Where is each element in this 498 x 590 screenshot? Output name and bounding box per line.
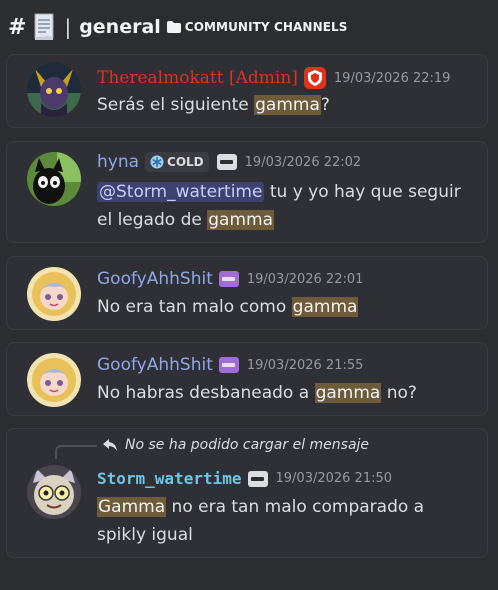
message-content: Gamma no era tan malo comparado a: [97, 493, 424, 521]
header-separator: |: [64, 15, 72, 39]
channel-name[interactable]: general: [79, 16, 161, 38]
server-tag[interactable]: COLD: [145, 152, 209, 172]
server-tag-icon: [247, 470, 268, 487]
avatar[interactable]: [27, 465, 81, 519]
message-text: tu y yo hay que seguir: [264, 182, 461, 202]
highlighted-keyword: Gamma: [97, 497, 167, 517]
avatar[interactable]: [27, 63, 81, 117]
username[interactable]: hyna: [97, 152, 139, 172]
message-text: Serás el siguiente: [97, 95, 255, 115]
timestamp: 19/03/2026 22:19: [333, 70, 451, 86]
message-content: No era tan malo como gamma: [97, 293, 359, 321]
highlighted-keyword: gamma: [291, 297, 359, 317]
message-text: no era tan malo comparado a: [166, 497, 425, 517]
message-card[interactable]: Therealmokatt [Admin] 19/03/2026 22:19 S…: [6, 54, 488, 128]
highlighted-keyword: gamma: [254, 95, 321, 115]
message-content: spikly igual: [97, 521, 193, 549]
message-text: No era tan malo como: [97, 297, 292, 317]
reply-error-text: No se ha podido cargar el mensaje: [125, 437, 370, 453]
message-content: el legado de gamma: [97, 206, 274, 234]
message-text: el legado de: [97, 210, 208, 230]
message-content: @Storm_watertime tu y yo hay que seguir: [97, 178, 461, 206]
server-tag-label: COLD: [167, 155, 204, 169]
message-text: spikly igual: [97, 525, 193, 545]
username[interactable]: Therealmokatt [Admin]: [97, 68, 298, 88]
message-card[interactable]: GoofyAhhShit 19/03/2026 22:01 No era tan…: [6, 256, 488, 330]
avatar[interactable]: [27, 152, 81, 206]
reply-arrow-icon: [103, 439, 117, 451]
timestamp: 19/03/2026 22:01: [246, 271, 364, 287]
message-card[interactable]: No se ha podido cargar el mensaje Storm_…: [6, 428, 488, 558]
message-text: No habras desbaneado a: [97, 383, 315, 403]
username[interactable]: GoofyAhhShit: [97, 355, 213, 375]
reply-connector: [55, 445, 97, 459]
hash-icon: #: [8, 14, 27, 40]
user-mention[interactable]: @Storm_watertime: [97, 182, 265, 202]
message-text: ?: [320, 95, 330, 115]
username[interactable]: GoofyAhhShit: [97, 269, 213, 289]
message-content: No habras desbaneado a gamma no?: [97, 379, 417, 407]
timestamp: 19/03/2026 22:02: [244, 154, 362, 170]
shield-icon: [303, 67, 326, 89]
snowflake-icon: [150, 155, 164, 169]
highlighted-keyword: gamma: [314, 383, 382, 403]
timestamp: 19/03/2026 21:50: [275, 471, 393, 486]
avatar[interactable]: [27, 267, 81, 321]
message-card[interactable]: GoofyAhhShit 19/03/2026 21:55 No habras …: [6, 342, 488, 416]
doc-icon: [32, 13, 56, 41]
message-text: no?: [381, 383, 417, 403]
folder-icon: [166, 21, 181, 33]
username[interactable]: Storm_watertime: [97, 469, 242, 488]
timestamp: 19/03/2026 21:55: [246, 357, 364, 373]
reply-preview[interactable]: No se ha podido cargar el mensaje: [103, 437, 369, 453]
highlighted-keyword: gamma: [207, 210, 274, 230]
channel-header: # | general COMMUNITY CHANNELS: [0, 0, 498, 54]
server-tag-icon: [216, 154, 237, 170]
server-tag-icon: [218, 271, 239, 287]
message-content: Serás el siguiente gamma?: [97, 91, 330, 119]
message-card[interactable]: hyna COLD 19/03/2026 22:02 @Storm_watert…: [6, 141, 488, 243]
avatar[interactable]: [27, 353, 81, 407]
channel-category[interactable]: COMMUNITY CHANNELS: [185, 20, 348, 34]
server-tag-icon: [218, 357, 239, 373]
